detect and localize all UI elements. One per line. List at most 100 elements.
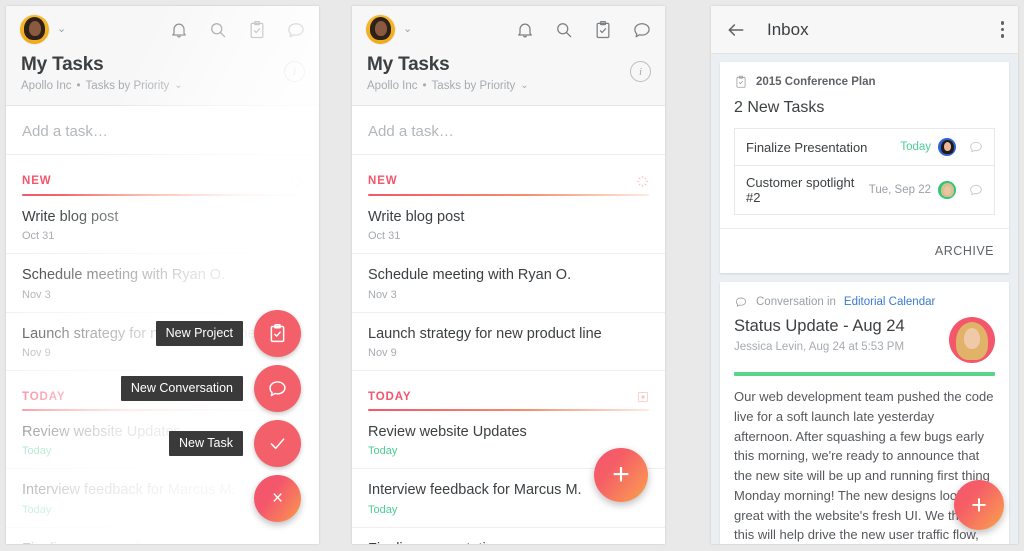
table-row[interactable]: Finalize Presentation Today: [735, 129, 994, 166]
task-name: Launch strategy for new product line: [368, 325, 602, 342]
notifications-icon[interactable]: [515, 20, 535, 40]
close-speed-dial-button[interactable]: ×: [254, 475, 301, 522]
inbox-task-card: 2015 Conference Plan 2 New Tasks Finaliz…: [720, 62, 1009, 273]
chevron-down-icon[interactable]: ⌄: [174, 80, 182, 91]
task-date: Nov 3: [368, 288, 397, 301]
my-tasks-icon[interactable]: [593, 20, 613, 40]
new-project-button[interactable]: [254, 310, 301, 357]
task-date: Tue, Sep 22: [868, 184, 931, 196]
chevron-down-icon[interactable]: ⌄: [403, 24, 412, 35]
conversation-title-column: Status Update - Aug 24 Jessica Levin, Au…: [734, 317, 941, 353]
add-task-input[interactable]: Add a task…: [6, 106, 319, 155]
archive-row: ARCHIVE: [720, 228, 1009, 273]
section-today: TODAY: [352, 371, 665, 412]
create-fab[interactable]: +: [954, 480, 1004, 530]
project-context[interactable]: 2015 Conference Plan: [734, 75, 995, 89]
task-name: Finalize presentation: [368, 541, 649, 544]
app-bar-icons: [515, 20, 652, 40]
speed-dial-action-new-project[interactable]: New Project: [101, 310, 301, 357]
spinner-icon: [291, 175, 302, 187]
assignee-avatar[interactable]: [938, 181, 956, 199]
conversation-meta: Jessica Levin, Aug 24 at 5:53 PM: [734, 340, 905, 353]
clipboard-check-icon: [270, 324, 285, 343]
speed-dial-label: New Task: [169, 431, 243, 456]
overflow-menu-icon[interactable]: [1000, 21, 1004, 38]
app-bar: ⌄: [352, 6, 665, 53]
create-fab[interactable]: +: [594, 448, 648, 502]
new-task-button[interactable]: [254, 420, 301, 467]
calendar-icon: [638, 392, 648, 402]
task-name: Finalize presentation: [22, 541, 303, 544]
task-date: Oct 31: [22, 230, 55, 243]
search-icon[interactable]: [554, 20, 574, 40]
chevron-down-icon[interactable]: ⌄: [57, 24, 66, 35]
conversation-title[interactable]: Status Update - Aug 24: [734, 317, 941, 336]
title-column: My Tasks Apollo Inc • Tasks by Priority …: [367, 54, 630, 92]
project-link[interactable]: Editorial Calendar: [844, 296, 935, 308]
phone-panel-my-tasks-speed-dial: ⌄ My Tasks Apollo Inc • Tasks by Priorit…: [6, 6, 319, 544]
clipboard-check-icon: [736, 75, 746, 88]
search-icon[interactable]: [208, 20, 228, 40]
back-arrow-icon[interactable]: [726, 20, 746, 40]
archive-button[interactable]: ARCHIVE: [935, 244, 994, 258]
subtitle-separator: •: [422, 79, 427, 92]
chat-bubble-icon[interactable]: [968, 139, 984, 155]
section-header-new: NEW: [22, 175, 303, 194]
page-header: My Tasks Apollo Inc • Tasks by Priority …: [352, 53, 665, 106]
task-list-new: Write blog post Oct 31 Schedule meeting …: [352, 196, 665, 372]
task-date: Today: [900, 141, 931, 153]
page-subtitle[interactable]: Apollo Inc • Tasks by Priority ⌄: [21, 80, 284, 92]
speed-dial-action-new-task[interactable]: New Task: [101, 420, 301, 467]
task-row[interactable]: Finalize presentation Today: [352, 528, 665, 544]
task-date: Today: [368, 503, 398, 516]
new-tasks-table: Finalize Presentation Today Customer spo…: [734, 128, 995, 215]
chat-bubble-icon[interactable]: [968, 182, 984, 198]
subtitle-separator: •: [76, 79, 81, 92]
screenshot-stage: ⌄ My Tasks Apollo Inc • Tasks by Priorit…: [0, 0, 1024, 551]
user-avatar[interactable]: [366, 15, 395, 44]
inbox-app-bar: Inbox: [711, 6, 1018, 53]
task-row[interactable]: Write blog post Oct 31: [6, 196, 319, 255]
conversation-accent-rule: [734, 372, 995, 376]
conversation-body: Our web development team pushed the code…: [734, 389, 994, 543]
phone-panel-my-tasks: ⌄ My Tasks Apollo Inc • Tasks by Priorit…: [352, 6, 665, 544]
subtitle-org: Apollo Inc: [367, 79, 418, 92]
task-name: Customer spotlight #2: [746, 175, 855, 205]
section-header-today: TODAY: [368, 391, 649, 409]
task-row[interactable]: Schedule meeting with Ryan O. Nov 3: [352, 254, 665, 313]
info-icon[interactable]: i: [630, 61, 651, 82]
assignee-avatar[interactable]: [938, 138, 956, 156]
task-name: Write blog post: [368, 208, 465, 225]
add-task-input[interactable]: Add a task…: [352, 106, 665, 155]
app-bar: ⌄: [6, 6, 319, 53]
task-row[interactable]: Schedule meeting with Ryan O. Nov 3: [6, 254, 319, 313]
task-row[interactable]: Launch strategy for new product line Nov…: [352, 313, 665, 372]
check-icon: [270, 438, 285, 450]
conversation-header: Status Update - Aug 24 Jessica Levin, Au…: [734, 317, 995, 363]
speed-dial-label: New Project: [155, 321, 243, 346]
notifications-icon[interactable]: [169, 20, 189, 40]
table-row[interactable]: Customer spotlight #2 Tue, Sep 22: [735, 166, 994, 214]
phone-panel-inbox: Inbox 2015 Conference Plan 2 New Tasks F…: [711, 6, 1018, 544]
task-row[interactable]: Finalize presentation Today: [6, 528, 319, 544]
task-name: Finalize Presentation: [746, 139, 868, 155]
new-conversation-button[interactable]: [254, 365, 301, 412]
task-date: Oct 31: [368, 230, 401, 243]
info-icon[interactable]: i: [284, 61, 305, 82]
jessica-levin-avatar[interactable]: [949, 317, 995, 363]
speed-dial-action-new-conversation[interactable]: New Conversation: [101, 365, 301, 412]
user-avatar[interactable]: [20, 15, 49, 44]
page-subtitle[interactable]: Apollo Inc • Tasks by Priority ⌄: [367, 80, 630, 92]
section-header-new: NEW: [368, 175, 649, 194]
speed-dial-label: New Conversation: [120, 376, 243, 401]
page-title: My Tasks: [21, 54, 104, 75]
inbox-icon[interactable]: [632, 20, 652, 40]
chevron-down-icon[interactable]: ⌄: [520, 80, 528, 91]
section-label-new: NEW: [368, 175, 398, 188]
task-row[interactable]: Write blog post Oct 31: [352, 196, 665, 255]
my-tasks-icon[interactable]: [247, 20, 267, 40]
page-header: My Tasks Apollo Inc • Tasks by Priority …: [6, 53, 319, 106]
chat-bubble-icon: [735, 297, 747, 307]
project-name: 2015 Conference Plan: [756, 76, 876, 88]
inbox-icon[interactable]: [286, 20, 306, 40]
